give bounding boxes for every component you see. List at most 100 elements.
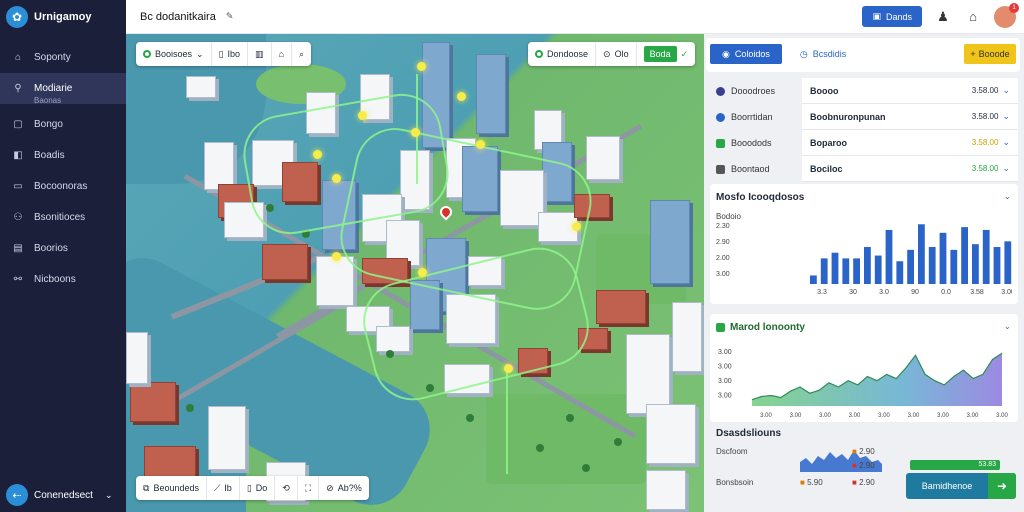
map-tool-search[interactable]: ⌕ [292,42,311,66]
map-action[interactable]: Boda ✓ [637,42,696,66]
dist-row1-value2: ■ 2.90 [852,461,875,470]
map-tool-building[interactable]: ▥ [248,42,272,66]
bar[interactable] [820,258,828,284]
y-tick-label: 2.30 [716,223,730,230]
map-building [130,382,176,422]
sidebar-item-bocoonoras[interactable]: ▭ Bocoonoras [0,171,126,202]
brand[interactable]: ✿ Urnigamoy [0,0,126,34]
bar[interactable] [939,232,947,284]
bar[interactable] [853,258,860,284]
chevron-down-icon[interactable]: ⌄ [1002,111,1010,122]
bar[interactable] [885,229,893,284]
map-tool-home[interactable]: ⌂ [272,42,292,66]
x-tick-label: 3.00 [849,413,861,419]
bar[interactable] [928,247,936,284]
map-tool-b1[interactable]: ▯ Ibo [212,42,249,66]
list-item[interactable]: Dooodroes Boooo 3.58.00 ⌄ [710,78,1018,104]
notification-icon[interactable]: ♟ [934,8,952,26]
users-icon: ⚇ [13,212,23,223]
map-marker[interactable] [332,174,341,183]
bar[interactable] [896,261,904,284]
map-marker[interactable] [476,140,485,149]
sidebar-item-bongo[interactable]: ▢ Bongo [0,109,126,140]
bar[interactable] [1004,241,1012,284]
bar[interactable] [842,258,850,284]
notification-badge: 1 [1009,2,1019,13]
bar[interactable] [950,249,958,284]
map-building [586,136,620,180]
distribution-title: Dsasdsliouns [716,428,782,439]
layer-select[interactable]: Booisoes ⌄ [136,42,212,66]
map-marker[interactable] [358,111,367,120]
panel-tabs: ◉ Coloidos ◷ Bcsdidis [710,44,859,64]
dist-row1-value: ■ 2.90 [852,447,875,456]
connect-icon: ⇠ [6,484,28,506]
x-tick-label: 3.00 [1001,289,1012,296]
bar[interactable] [918,224,925,284]
x-tick-label: 3.00 [760,413,772,419]
map-marker[interactable] [572,222,581,231]
edit-icon[interactable]: ✎ [226,11,234,22]
avatar[interactable]: 1 [994,2,1019,28]
chevron-down-icon[interactable]: ⌄ [1002,137,1010,148]
map-marker[interactable] [411,128,420,137]
area-chart-title: Marod lonoonty [716,322,805,333]
dot-icon: ■ [800,478,805,487]
list-item[interactable]: Boorrtidan Boobnuronpunan 3.58.00 ⌄ [710,104,1018,130]
sidebar: ⌂ Soponty ⚲ Modiarie Baonas ▢ Bongo ◧ Boadis… [0,34,126,512]
map-bottom-rotate[interactable]: ⟲ [275,476,298,500]
bar[interactable] [810,275,817,284]
chevron-down-icon[interactable]: ⌄ [1004,322,1011,331]
map-marker[interactable] [457,92,466,101]
bar[interactable] [907,249,914,284]
bar[interactable] [831,252,839,284]
city-map[interactable]: Booisoes ⌄ ▯ Ibo ▥ ⌂ ⌕ Dondoose ⊙ Olo Bo… [126,34,704,512]
sidebar-item-bsonitioces[interactable]: ⚇ Bsonitioces [0,202,126,233]
bag-icon[interactable]: ⌂ [964,8,982,26]
x-tick-label: 3.00 [819,413,831,419]
map-park [486,394,646,484]
bar[interactable] [972,244,979,284]
sidebar-item-soponty[interactable]: ⌂ Soponty [0,42,126,73]
chevron-down-icon[interactable]: ⌄ [1002,163,1010,174]
zoom-icon: ⊘ [326,482,334,493]
map-bottom-label[interactable]: ⧉ Beoundeds [136,476,207,500]
panel-action-button[interactable]: + Booode [964,44,1016,64]
map-marker[interactable] [417,62,426,71]
download-button[interactable]: Bamidhenoe ➜ [906,473,1016,499]
sidebar-item-boorios[interactable]: ▤ Boorios [0,233,126,264]
bar[interactable] [982,229,990,284]
sidebar-item-nicboons[interactable]: ⚯ Nicboons [0,264,126,295]
map-marker[interactable] [504,364,513,373]
bar[interactable] [864,247,871,284]
tab-bcsdidis[interactable]: ◷ Bcsdidis [787,44,859,64]
list-item[interactable]: Booodods Boparoo 3.58.00 ⌄ [710,130,1018,156]
y-tick-label: 3.00 [718,364,732,371]
map-toolbar-layers: Booisoes ⌄ ▯ Ibo ▥ ⌂ ⌕ [136,42,312,66]
x-tick-label: 30 [849,289,857,296]
sidebar-subitem[interactable]: Baonas [0,96,126,105]
map-building [646,470,686,510]
map-tool-mid[interactable]: ⊙ Olo [596,42,637,66]
lock-icon: ▯ [246,482,252,493]
sidebar-item-boadis[interactable]: ◧ Boadis [0,140,126,171]
tab-coloidos[interactable]: ◉ Coloidos [710,44,782,64]
map-marker[interactable] [313,150,322,159]
map-bottom-b2[interactable]: ▯ Do [240,476,276,500]
map-building [262,244,308,280]
chevron-down-icon[interactable]: ⌄ [1002,85,1010,96]
status-label[interactable]: Dondoose [528,42,597,66]
zoom-control[interactable]: ⊘ Ab?% [319,476,369,500]
map-bottom-b1[interactable]: ⟋ Ib [207,476,240,500]
map-bottom-fullscreen[interactable]: ⛶ [298,476,320,500]
bar[interactable] [961,227,968,284]
primary-button[interactable]: ▣ Dands [862,6,922,27]
bar[interactable] [874,255,882,284]
map-marker[interactable] [332,252,341,261]
map-marker[interactable] [418,268,427,277]
area-series[interactable] [752,353,1002,406]
sidebar-footer[interactable]: ⇠ Conenedsect ⌄ [6,484,112,506]
bar[interactable] [993,247,1001,284]
list-item[interactable]: Boontaod Bociloc 3.58.00 ⌄ [710,156,1018,182]
chevron-down-icon[interactable]: ⌄ [1004,192,1011,201]
